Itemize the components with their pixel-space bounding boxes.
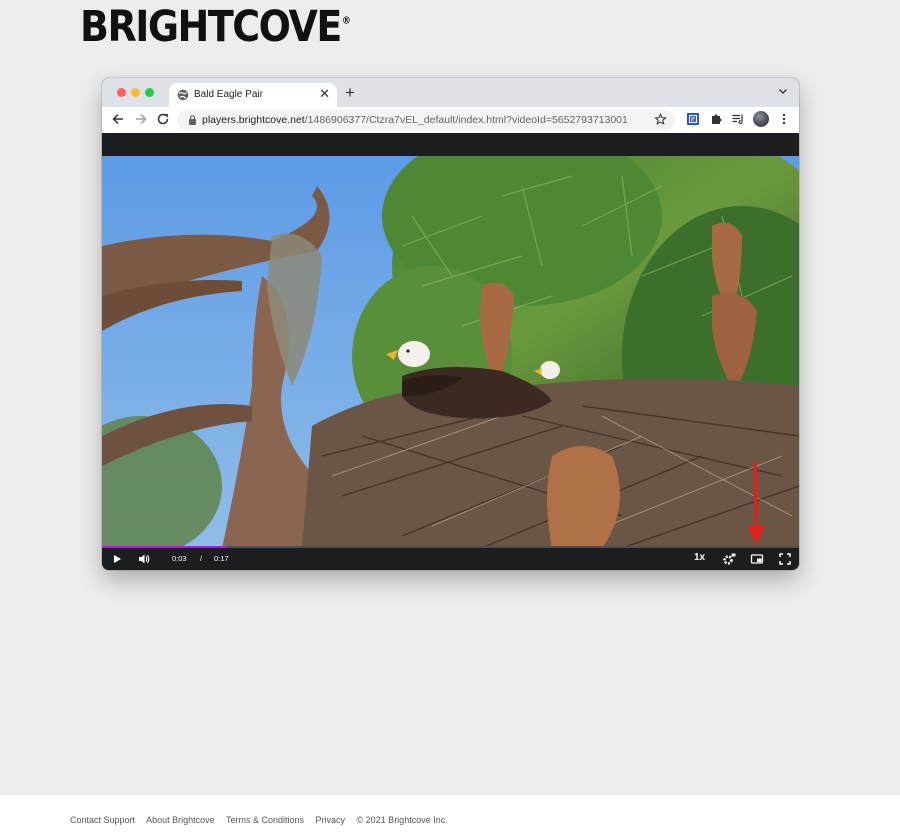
logo-text: BRIGHTCOVE — [80, 2, 342, 52]
bookmark-star-icon[interactable] — [654, 113, 667, 126]
url-host: players.brightcove.net — [202, 114, 305, 126]
brightcove-extension-icon[interactable] — [686, 112, 700, 126]
globe-icon — [177, 89, 189, 101]
browser-window: Bald Eagle Pair ✕ + players.brightcove.n… — [102, 78, 799, 570]
footer-copyright: © 2021 Brightcove Inc. — [356, 815, 448, 825]
footer-link-privacy[interactable]: Privacy — [316, 815, 346, 825]
new-tab-button[interactable]: + — [345, 83, 355, 103]
reload-icon[interactable] — [156, 112, 170, 126]
url-text: players.brightcove.net/1486906377/Ctzra7… — [202, 114, 628, 126]
chevron-down-icon[interactable] — [777, 85, 789, 97]
url-path: /1486906377/Ctzra7vEL_default/index.html… — [304, 114, 628, 126]
registered-mark: ® — [341, 15, 351, 28]
progress-bar[interactable] — [102, 546, 799, 548]
duration: 0:17 — [214, 554, 229, 563]
browser-menu-icon[interactable] — [777, 112, 791, 126]
fullscreen-icon[interactable] — [778, 552, 792, 566]
footer-links: Contact Support About Brightcove Terms &… — [70, 815, 457, 825]
settings-gear-icon[interactable] — [722, 552, 736, 566]
close-window-button[interactable] — [117, 88, 126, 97]
zoom-window-button[interactable] — [145, 88, 154, 97]
tab-strip: Bald Eagle Pair ✕ + — [102, 78, 799, 107]
volume-icon[interactable] — [137, 552, 151, 566]
progress-fill — [102, 546, 228, 548]
tab-title: Bald Eagle Pair — [194, 89, 263, 100]
tab-close-icon[interactable]: ✕ — [319, 86, 330, 102]
brightcove-logo: BRIGHTCOVE® — [80, 2, 351, 51]
puzzle-extensions-icon[interactable] — [709, 112, 723, 126]
player-controls: 0:03 / 0:17 1x — [102, 546, 799, 570]
current-time: 0:03 — [172, 554, 187, 563]
footer-link-contact-support[interactable]: Contact Support — [70, 815, 135, 825]
minimize-window-button[interactable] — [131, 88, 140, 97]
play-icon[interactable] — [110, 552, 124, 566]
lock-icon — [189, 115, 196, 125]
picture-in-picture-icon[interactable] — [750, 552, 764, 566]
page-footer: Contact Support About Brightcove Terms &… — [0, 795, 900, 840]
eagle-nest-video-image — [102, 156, 799, 548]
address-bar[interactable]: players.brightcove.net/1486906377/Ctzra7… — [177, 110, 675, 130]
tab-bald-eagle-pair[interactable]: Bald Eagle Pair ✕ — [169, 83, 337, 107]
browser-toolbar: players.brightcove.net/1486906377/Ctzra7… — [102, 107, 799, 133]
forward-arrow-icon[interactable] — [134, 112, 148, 126]
back-arrow-icon[interactable] — [111, 112, 125, 126]
media-queue-icon[interactable] — [731, 112, 745, 126]
footer-link-about-brightcove[interactable]: About Brightcove — [146, 815, 215, 825]
playback-rate-button[interactable]: 1x — [694, 552, 705, 563]
player-top-bar — [102, 133, 799, 156]
time-separator: / — [200, 554, 203, 563]
video-frame[interactable] — [102, 156, 799, 548]
profile-avatar[interactable] — [753, 111, 769, 127]
footer-link-terms-conditions[interactable]: Terms & Conditions — [226, 815, 304, 825]
